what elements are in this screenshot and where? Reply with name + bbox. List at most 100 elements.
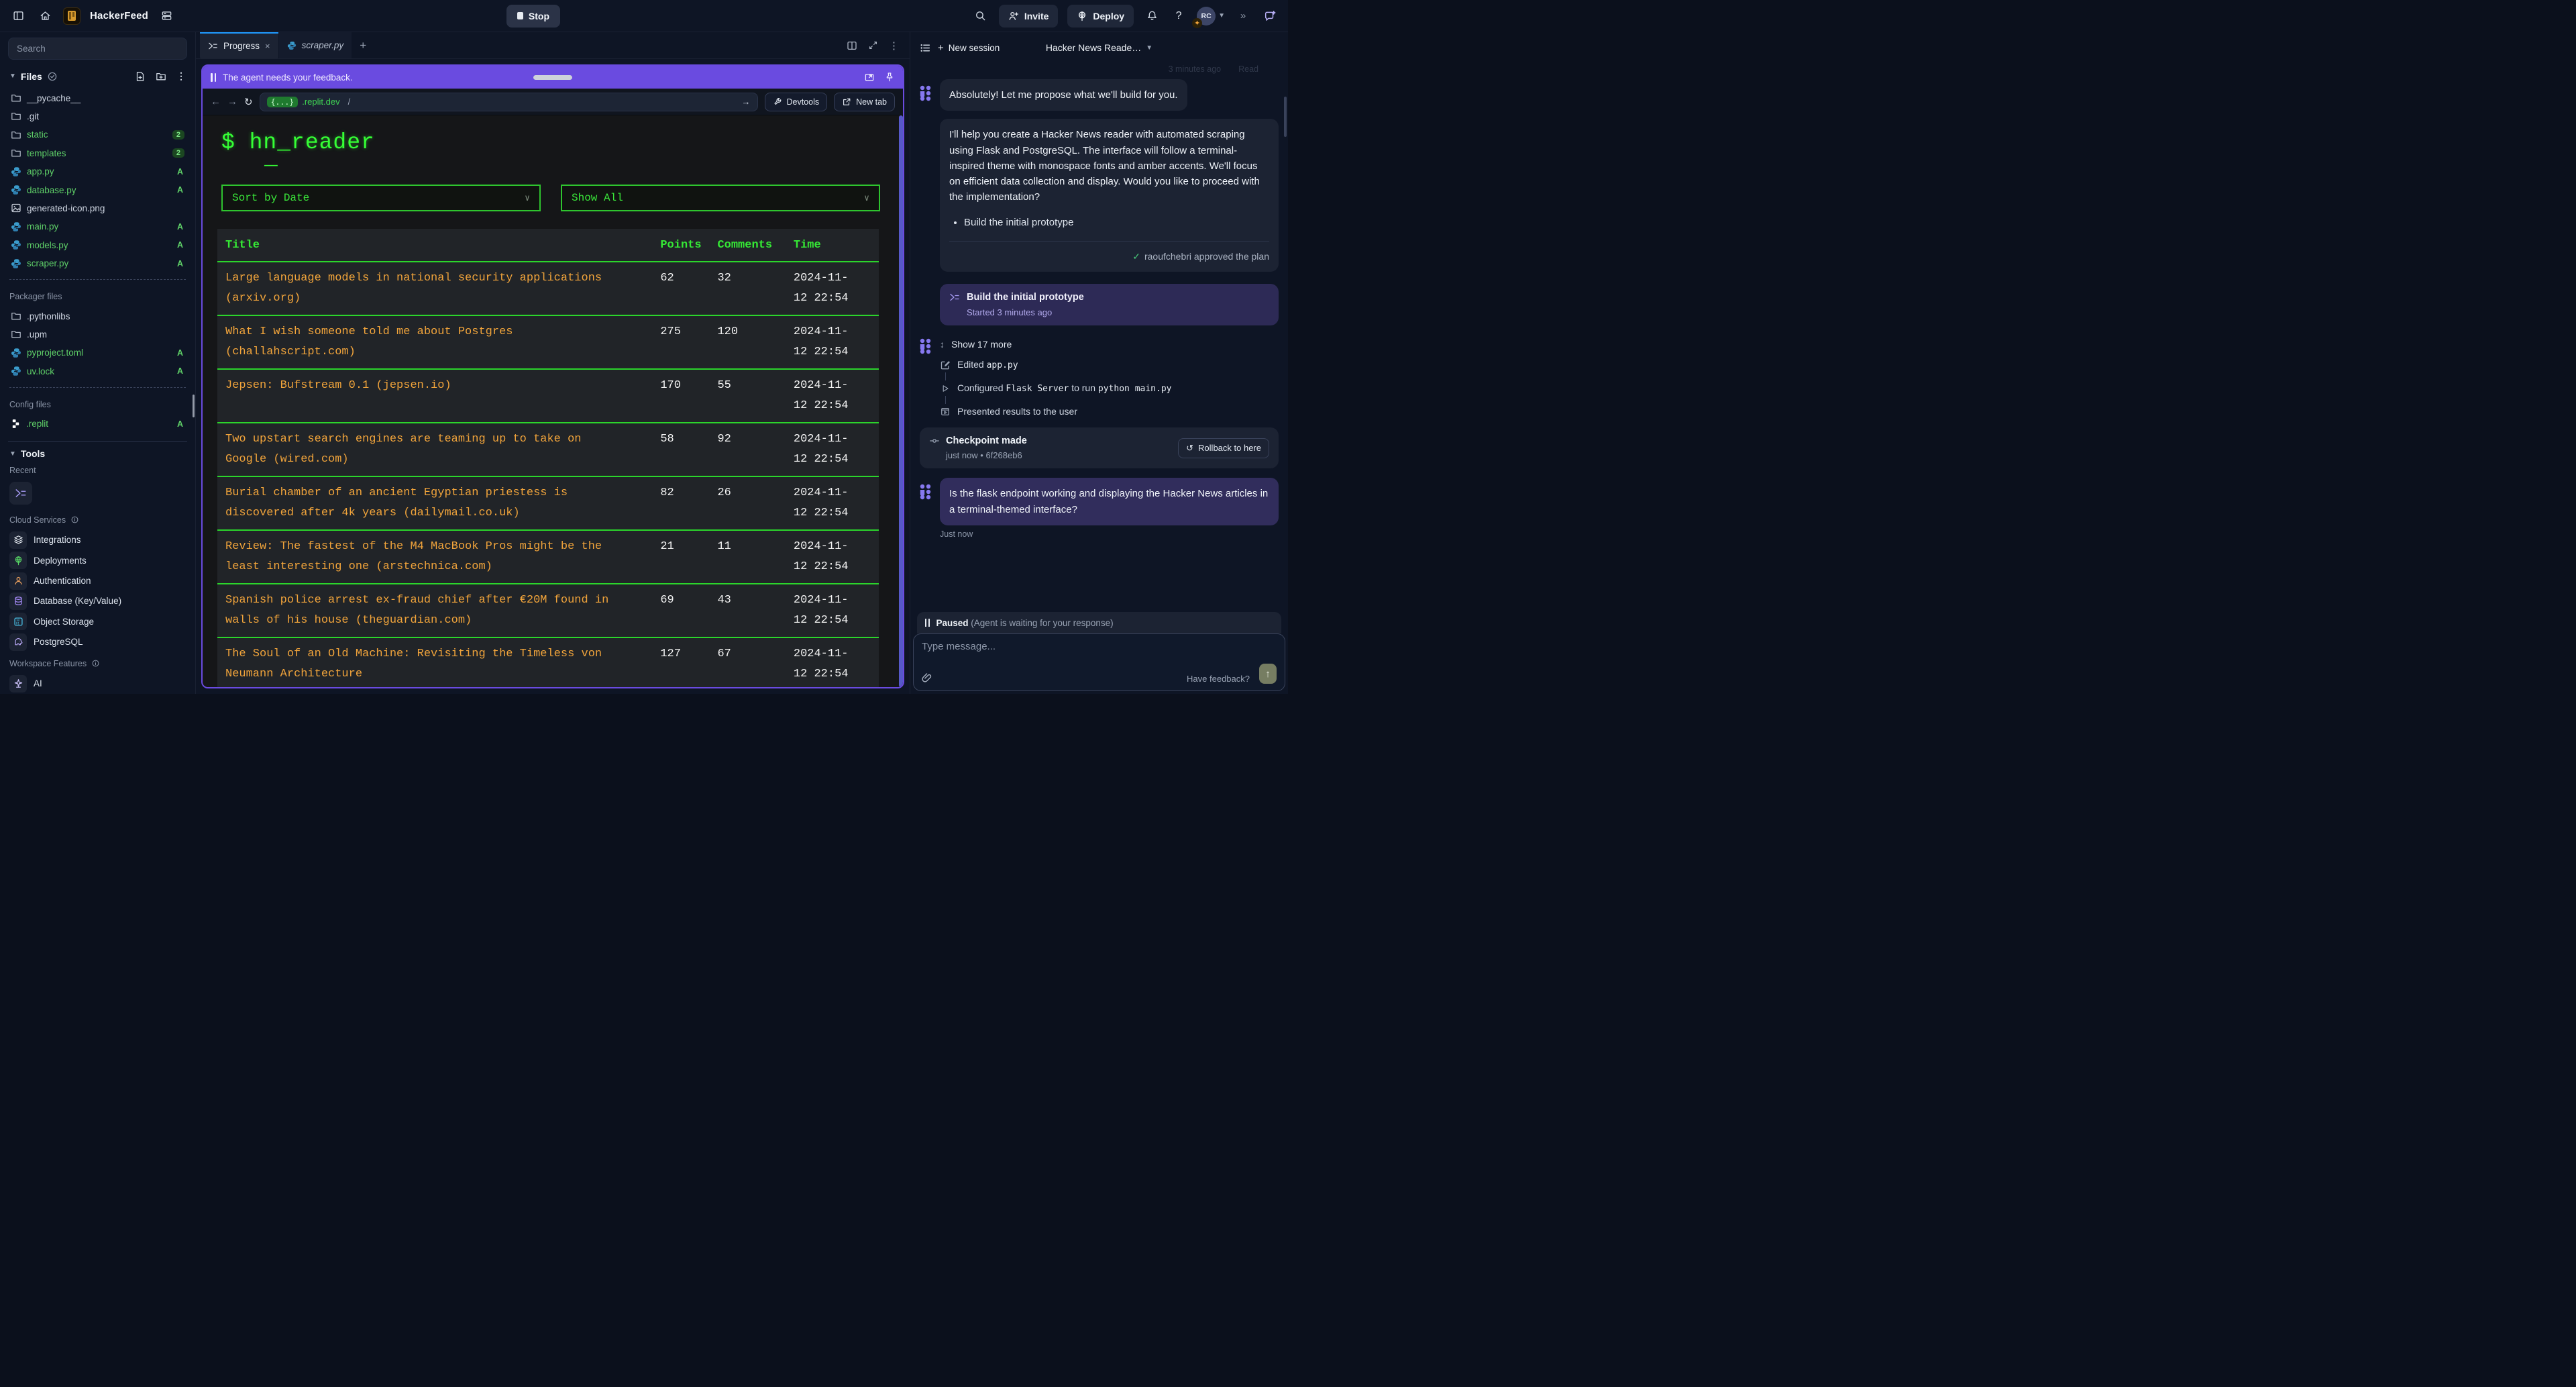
file-row[interactable]: __pycache__ [8,89,187,107]
deploy-button[interactable]: Deploy [1067,5,1134,28]
file-row[interactable]: models.pyA [8,236,187,254]
account-menu[interactable]: RC ✦ ▼ [1197,7,1225,25]
sidebar-item-database-kv[interactable]: Database (Key/Value) [8,591,187,611]
project-icon[interactable] [63,7,80,25]
file-row[interactable]: .replitA [8,415,187,433]
tools-section-header[interactable]: ▼ Tools [9,448,186,459]
terminal-icon [949,292,960,303]
session-list-icon[interactable] [920,42,931,54]
table-row[interactable]: Large language models in national securi… [217,261,879,315]
search-input[interactable] [8,38,187,60]
agent-question-message: Is the flask endpoint working and displa… [920,478,1279,525]
reload-icon[interactable]: ↻ [244,96,253,108]
pin-icon[interactable] [884,72,895,83]
drag-handle[interactable] [533,75,572,80]
send-button[interactable]: ↑ [1259,664,1277,684]
back-icon[interactable]: ← [211,96,221,107]
home-icon[interactable] [36,7,54,25]
forward-icon[interactable]: → [227,96,237,107]
table-row[interactable]: Review: The fastest of the M4 MacBook Pr… [217,529,879,583]
resources-icon[interactable] [158,7,175,25]
file-row[interactable]: app.pyA [8,162,187,181]
expand-icon[interactable] [868,40,878,50]
file-row[interactable]: uv.lockA [8,362,187,380]
timeline-item-presented[interactable]: Presented results to the user [940,406,1279,417]
plus-icon: + [938,42,944,54]
url-bar[interactable]: {...} .replit.dev / → [260,93,758,111]
sidebar-item-integrations[interactable]: Integrations [8,530,187,550]
feedback-link[interactable]: Have feedback? [1187,674,1250,684]
sidebar-item-object-storage[interactable]: Object Storage [8,611,187,631]
help-icon[interactable]: ? [1170,7,1187,25]
table-row[interactable]: What I wish someone told me about Postgr… [217,315,879,368]
open-new-tab-button[interactable]: New tab [834,93,895,111]
rollback-button[interactable]: ↺ Rollback to here [1178,438,1269,458]
sidebar-item-authentication[interactable]: Authentication [8,570,187,590]
file-row[interactable]: generated-icon.png [8,199,187,217]
new-tab-button[interactable]: + [352,32,374,58]
agent-tool-button[interactable] [9,482,32,504]
invite-button[interactable]: Invite [999,5,1059,28]
attachment-paperclip-icon[interactable] [922,672,933,684]
timeline-item-edited[interactable]: Edited app.py [940,359,1279,370]
url-domain: .replit.dev [302,97,339,107]
progress-terminal-icon [208,41,218,51]
go-arrow-icon[interactable]: → [742,97,751,107]
split-view-icon[interactable] [847,40,857,51]
sidebar-item-ai[interactable]: AI [8,674,187,694]
new-folder-icon[interactable] [156,71,166,82]
file-row[interactable]: main.pyA [8,217,187,236]
file-row[interactable]: database.pyA [8,181,187,199]
new-session-button[interactable]: + New session [938,42,1000,54]
stop-button[interactable]: Stop [506,5,560,28]
project-title[interactable]: HackerFeed [90,10,148,21]
agent-scrollbar[interactable] [1284,97,1287,137]
files-section-header[interactable]: ▼ Files ⋮ [9,70,186,82]
sort-select[interactable]: Sort by Date∨ [221,185,541,211]
devtools-button[interactable]: Devtools [765,93,828,111]
sidebar-scrollbar[interactable] [193,395,195,417]
file-row[interactable]: .upm [8,325,187,344]
pause-icon [211,73,216,82]
popout-icon[interactable] [864,72,875,83]
show-more-button[interactable]: ↕ Show 17 more [920,339,1279,350]
tab-progress[interactable]: Progress × [200,32,278,58]
sidebar-toggle-icon[interactable] [9,7,27,25]
file-row[interactable]: pyproject.tomlA [8,344,187,362]
kebab-menu-icon[interactable]: ⋮ [176,70,186,82]
assistant-chat-icon[interactable] [1261,7,1279,25]
file-row[interactable]: scraper.pyA [8,254,187,272]
terminal-cursor: _ [264,155,880,162]
wrench-icon [773,97,782,107]
file-row[interactable]: .pythonlibs [8,307,187,325]
prototype-task-card[interactable]: Build the initial prototype Started 3 mi… [940,284,1279,325]
browser-toolbar: ← → ↻ {...} .replit.dev / → Devtools [203,89,903,115]
chevron-down-icon: ▼ [9,72,16,80]
notifications-bell-icon[interactable] [1143,7,1161,25]
tab-scraper-py[interactable]: scraper.py [279,32,352,58]
check-icon: ✓ [1132,251,1140,262]
file-row[interactable]: static2 [8,125,187,144]
new-file-icon[interactable] [135,71,146,82]
close-icon[interactable]: × [265,41,270,51]
search-icon[interactable] [972,7,989,25]
file-row[interactable]: .git [8,107,187,125]
filter-select[interactable]: Show All∨ [561,185,880,211]
agent-avatar [918,483,933,501]
kebab-menu-icon[interactable]: ⋮ [889,40,899,52]
table-row[interactable]: Two upstart search engines are teaming u… [217,422,879,476]
table-row[interactable]: Jepsen: Bufstream 0.1 (jepsen.io) 170 55… [217,368,879,422]
sidebar-item-postgresql[interactable]: PostgreSQL [8,631,187,652]
git-added-badge: A [177,167,184,176]
timeline-item-configured[interactable]: Configured Flask Server to run python ma… [940,382,1279,394]
message-input[interactable] [922,641,1277,664]
collapse-right-icon[interactable]: » [1234,7,1252,25]
table-row[interactable]: Spanish police arrest ex-fraud chief aft… [217,583,879,637]
table-row[interactable]: The Soul of an Old Machine: Revisiting t… [217,637,879,687]
table-row[interactable]: Burial chamber of an ancient Egyptian pr… [217,476,879,529]
python-icon [11,348,21,358]
session-title-dropdown[interactable]: Hacker News Reade… ▼ [1046,42,1152,53]
file-row[interactable]: templates2 [8,144,187,162]
sidebar-item-deployments[interactable]: Deployments [8,550,187,570]
webview-scrollbar[interactable] [899,115,903,687]
